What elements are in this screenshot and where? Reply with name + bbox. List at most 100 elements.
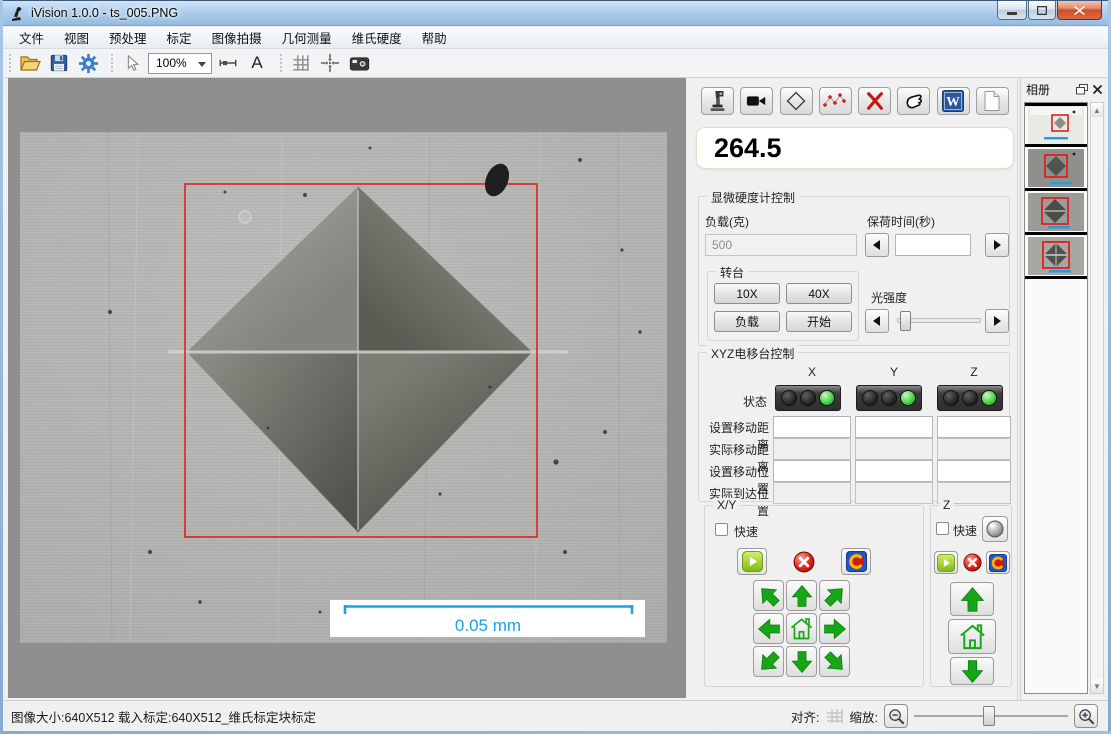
xy-reset-button[interactable] bbox=[841, 548, 871, 575]
text-tool-button[interactable]: A bbox=[244, 51, 270, 75]
open-file-button[interactable] bbox=[17, 51, 43, 75]
jog-up-button[interactable] bbox=[786, 580, 817, 611]
arrow-right-icon bbox=[991, 315, 1003, 327]
album-thumbnail-list bbox=[1024, 102, 1088, 694]
delete-button[interactable] bbox=[858, 87, 891, 115]
jog-up-right-button[interactable] bbox=[819, 580, 850, 611]
light-decrease-button[interactable] bbox=[865, 309, 889, 333]
caliper-icon bbox=[218, 53, 238, 73]
xy-fast-label: 快速 bbox=[734, 523, 758, 540]
jog-down-button[interactable] bbox=[786, 646, 817, 677]
arrow-right-icon bbox=[823, 617, 847, 641]
close-button[interactable] bbox=[1057, 1, 1102, 20]
grid-toggle-button[interactable] bbox=[288, 51, 314, 75]
axis-y-label: Y bbox=[855, 365, 933, 379]
thumbnail-4[interactable] bbox=[1025, 235, 1087, 279]
hardness-tester-button[interactable] bbox=[701, 87, 734, 115]
z-go-button[interactable] bbox=[934, 551, 958, 574]
jog-left-button[interactable] bbox=[753, 613, 784, 644]
scroll-up-arrow-icon[interactable]: ▲ bbox=[1091, 103, 1103, 117]
menu-geometry-measure[interactable]: 几何测量 bbox=[272, 25, 342, 50]
zoom-slider-handle[interactable] bbox=[983, 706, 995, 726]
thumbnail-2[interactable] bbox=[1025, 147, 1087, 191]
z-stop-button[interactable] bbox=[960, 551, 984, 574]
jog-home-button[interactable] bbox=[786, 613, 817, 644]
video-capture-button[interactable] bbox=[740, 87, 773, 115]
x-lamp-2 bbox=[800, 390, 816, 406]
zoom-level-combo[interactable]: 100% bbox=[148, 53, 212, 74]
z-fast-checkbox[interactable] bbox=[936, 522, 949, 535]
z-reset-button[interactable] bbox=[986, 551, 1010, 574]
float-panel-icon[interactable] bbox=[1076, 84, 1088, 95]
set-distance-x-input[interactable] bbox=[773, 416, 851, 438]
menu-help[interactable]: 帮助 bbox=[412, 25, 457, 50]
indent-measure-button[interactable] bbox=[780, 87, 813, 115]
multi-point-button[interactable] bbox=[819, 87, 852, 115]
capture-button[interactable] bbox=[346, 51, 372, 75]
menu-view[interactable]: 视图 bbox=[54, 25, 99, 50]
set-distance-z-input[interactable] bbox=[937, 416, 1011, 438]
settings-button[interactable] bbox=[75, 51, 101, 75]
select-cursor-button[interactable] bbox=[119, 51, 145, 75]
set-position-y-input[interactable] bbox=[855, 460, 933, 482]
turret-10x-button[interactable]: 10X bbox=[714, 283, 780, 304]
menu-preprocess[interactable]: 预处理 bbox=[99, 25, 157, 50]
zoom-slider[interactable] bbox=[914, 705, 1068, 727]
camera-icon bbox=[349, 54, 370, 72]
thumbnail-1[interactable] bbox=[1025, 103, 1087, 147]
xy-fast-checkbox[interactable] bbox=[715, 523, 728, 536]
arrow-right-icon bbox=[991, 239, 1003, 251]
menu-vickers-hardness[interactable]: 维氏硬度 bbox=[342, 25, 412, 50]
menu-calibration[interactable]: 标定 bbox=[157, 25, 202, 50]
arrow-up-icon bbox=[790, 584, 814, 608]
open-folder-icon bbox=[19, 52, 41, 74]
load-input[interactable] bbox=[705, 234, 857, 256]
center-crosshair-button[interactable] bbox=[317, 51, 343, 75]
z-up-button[interactable] bbox=[950, 582, 994, 616]
z-trackball-button[interactable] bbox=[982, 516, 1008, 542]
zoom-in-button[interactable] bbox=[1074, 704, 1098, 728]
menu-image-capture[interactable]: 图像拍摄 bbox=[202, 25, 272, 50]
album-title: 相册 bbox=[1026, 81, 1072, 98]
zoom-out-button[interactable] bbox=[884, 704, 908, 728]
maximize-button[interactable] bbox=[1028, 1, 1056, 20]
new-document-button[interactable] bbox=[976, 87, 1009, 115]
album-scrollbar[interactable]: ▲ ▼ bbox=[1090, 102, 1104, 694]
minimize-button[interactable] bbox=[997, 1, 1027, 20]
thumbnail-3[interactable] bbox=[1025, 191, 1087, 235]
jog-down-left-button[interactable] bbox=[753, 646, 784, 677]
xy-go-button[interactable] bbox=[737, 548, 767, 575]
image-canvas[interactable]: 0.05 mm bbox=[8, 78, 686, 698]
turret-start-button[interactable]: 开始 bbox=[786, 311, 852, 332]
micrograph-image[interactable]: 0.05 mm bbox=[20, 132, 667, 643]
clear-button[interactable] bbox=[897, 87, 930, 115]
zoom-in-icon bbox=[1078, 708, 1095, 725]
turret-load-button[interactable]: 负载 bbox=[714, 311, 780, 332]
menu-file[interactable]: 文件 bbox=[9, 25, 54, 50]
z-fast-label: 快速 bbox=[953, 522, 977, 539]
jog-down-right-button[interactable] bbox=[819, 646, 850, 677]
close-panel-icon[interactable] bbox=[1092, 84, 1103, 95]
light-slider-handle[interactable] bbox=[900, 311, 911, 331]
actual-distance-y-field bbox=[855, 438, 933, 460]
dwell-increase-button[interactable] bbox=[985, 233, 1009, 257]
z-down-button[interactable] bbox=[950, 657, 994, 685]
tester-group-title: 显微硬度计控制 bbox=[707, 189, 799, 206]
set-position-z-input[interactable] bbox=[937, 460, 1011, 482]
jog-right-button[interactable] bbox=[819, 613, 850, 644]
dwell-input[interactable] bbox=[895, 234, 971, 256]
set-distance-y-input[interactable] bbox=[855, 416, 933, 438]
scroll-down-arrow-icon[interactable]: ▼ bbox=[1091, 679, 1103, 693]
load-label: 负载(克) bbox=[705, 213, 749, 230]
jog-up-left-button[interactable] bbox=[753, 580, 784, 611]
export-word-button[interactable]: W bbox=[937, 87, 970, 115]
play-icon bbox=[742, 551, 763, 572]
light-increase-button[interactable] bbox=[985, 309, 1009, 333]
turret-40x-button[interactable]: 40X bbox=[786, 283, 852, 304]
xy-stop-button[interactable] bbox=[789, 548, 819, 575]
z-home-button[interactable] bbox=[948, 619, 996, 654]
save-button[interactable] bbox=[46, 51, 72, 75]
dwell-decrease-button[interactable] bbox=[865, 233, 889, 257]
measure-tool-button[interactable] bbox=[215, 51, 241, 75]
set-position-x-input[interactable] bbox=[773, 460, 851, 482]
